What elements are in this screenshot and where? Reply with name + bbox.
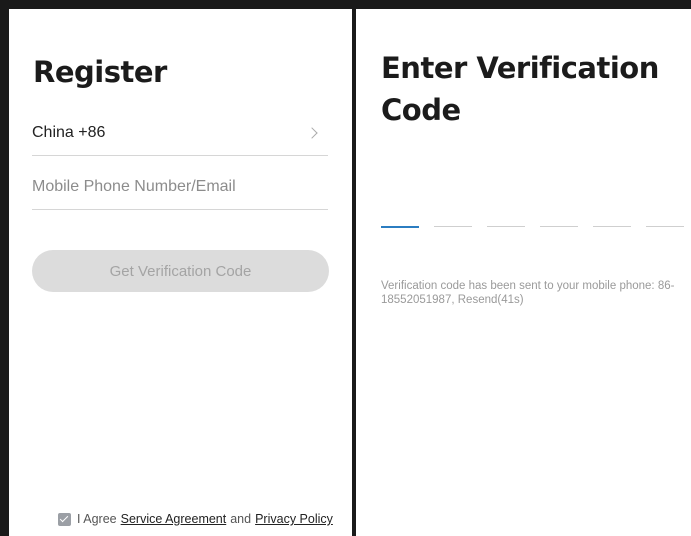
chevron-right-icon — [306, 127, 318, 139]
page-title: Register — [33, 55, 167, 89]
register-screen: Register China +86 Get Verification Code… — [9, 9, 352, 536]
code-slot-1[interactable] — [381, 226, 419, 228]
get-verification-code-button[interactable]: Get Verification Code — [32, 250, 329, 292]
code-slot-2[interactable] — [434, 226, 472, 227]
verification-sent-message: Verification code has been sent to your … — [381, 280, 675, 306]
agree-prefix: I Agree — [77, 512, 117, 526]
phone-email-input[interactable] — [32, 178, 328, 196]
verification-screen: Enter Verification Code Verification cod… — [356, 9, 691, 536]
phone-field-row — [32, 165, 328, 210]
country-selector[interactable]: China +86 — [32, 111, 328, 156]
agree-checkbox[interactable] — [58, 512, 71, 526]
and-text: and — [230, 512, 252, 526]
code-slot-5[interactable] — [593, 226, 631, 227]
verification-code-input[interactable] — [381, 226, 691, 228]
agreement-row: I Agree Service Agreement and Privacy Po… — [58, 512, 333, 526]
service-agreement-link[interactable]: Service Agreement — [121, 512, 227, 526]
code-slot-3[interactable] — [487, 226, 525, 227]
privacy-policy-link[interactable]: Privacy Policy — [255, 512, 333, 526]
country-code-label: China +86 — [32, 124, 106, 141]
verification-title: Enter Verification Code — [381, 51, 659, 127]
code-slot-4[interactable] — [540, 226, 578, 227]
code-slot-6[interactable] — [646, 226, 684, 227]
